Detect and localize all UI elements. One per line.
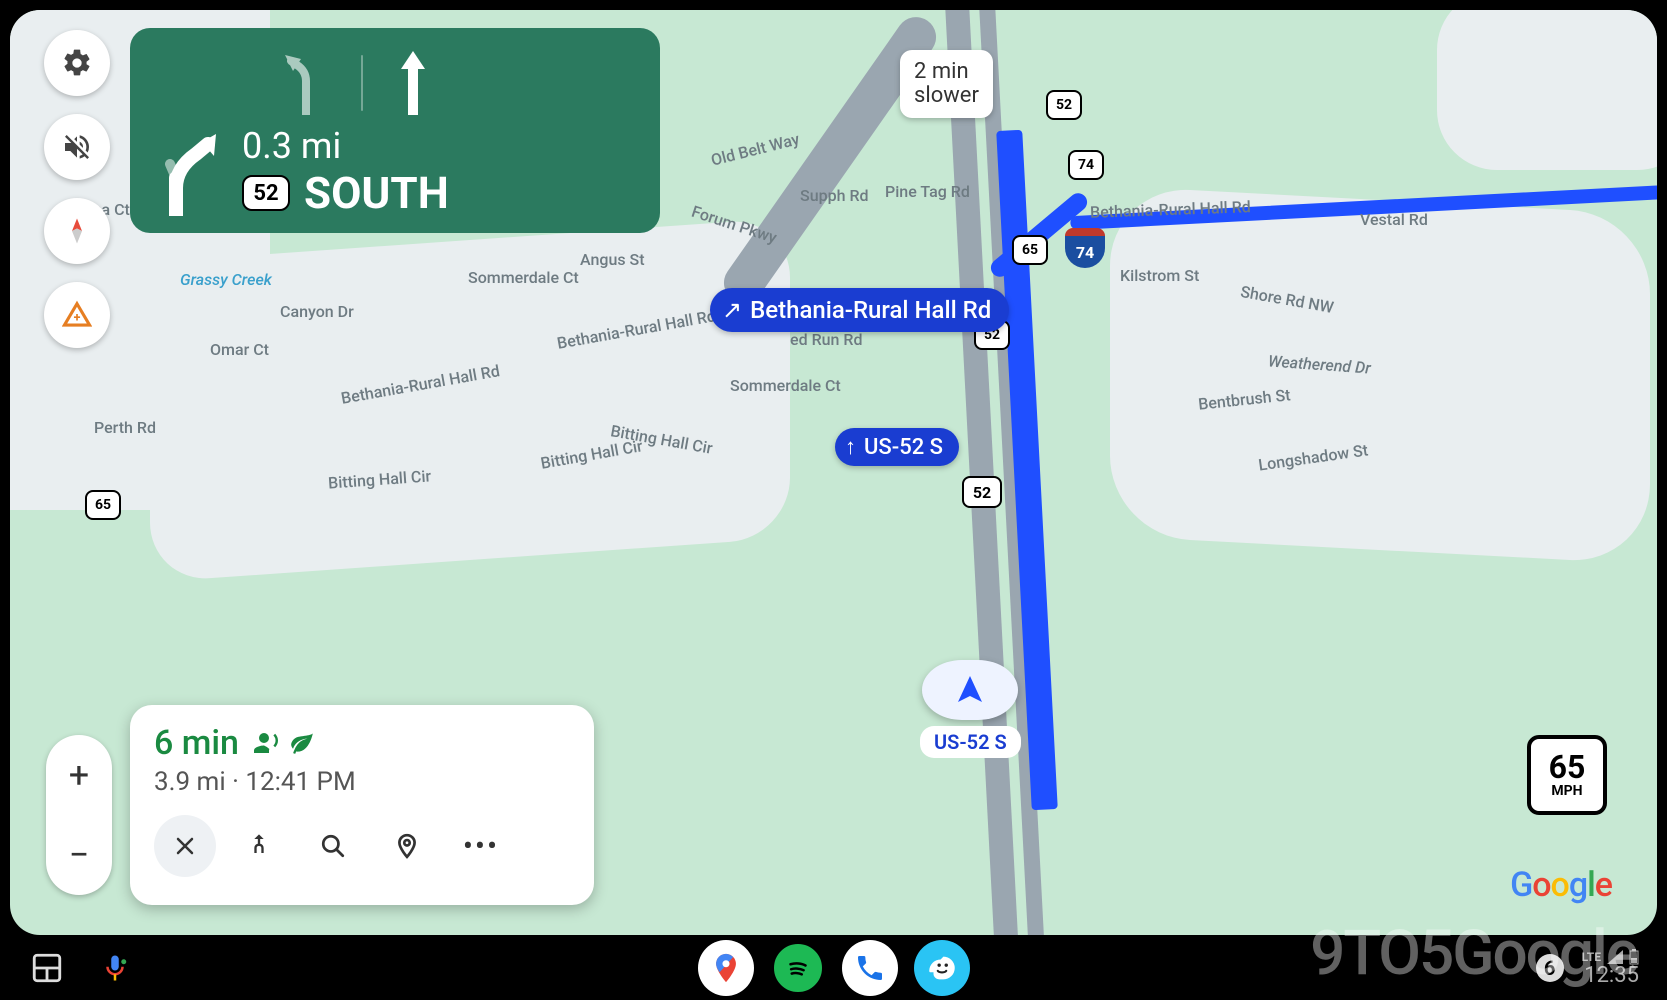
terrain (1437, 10, 1657, 170)
street-label: Omar Ct (210, 340, 269, 359)
waze-icon (925, 951, 959, 985)
dock-app-phone[interactable] (842, 940, 898, 996)
maps-pin-icon (709, 951, 743, 985)
street-label: Canyon Dr (280, 302, 354, 321)
vehicle-marker (922, 660, 1018, 720)
fork-icon: ↑ (845, 434, 856, 460)
close-icon (173, 834, 197, 858)
pin-icon (394, 833, 420, 859)
turn-arrow-icon: ↗ (722, 296, 742, 324)
routes-icon (245, 832, 273, 860)
compass-icon (62, 216, 92, 246)
search-along-route-button[interactable] (302, 815, 364, 877)
street-label: Vestal Rd (1360, 210, 1428, 229)
clock: 12:35 (1584, 965, 1639, 987)
gear-icon (61, 47, 93, 79)
direction-distance: 0.3 mi (242, 125, 449, 167)
direction-sign: 0.3 mi 52 SOUTH (130, 28, 660, 233)
lane-separator (361, 55, 363, 111)
street-label: Kilstrom St (1120, 266, 1199, 285)
street-label: Angus St (580, 250, 645, 269)
exit-waypoint-label: Bethania-Rural Hall Rd (750, 296, 991, 324)
settings-button[interactable] (44, 30, 110, 96)
fork-right-icon (156, 128, 224, 216)
network-indicator: LTE (1582, 951, 1601, 963)
speed-limit-value: 65 (1549, 751, 1586, 783)
eta-details: 3.9 mi · 12:41 PM (154, 767, 570, 797)
signal-icon (1607, 950, 1623, 964)
volume-off-icon (61, 131, 93, 163)
terrain (1110, 186, 1650, 564)
street-label: ed Run Rd (790, 330, 863, 349)
speed-limit-unit: MPH (1551, 783, 1582, 799)
route-shield-icon: 52 (242, 175, 290, 211)
voice-assistant-button[interactable] (100, 949, 130, 987)
route-shield: 65 (85, 490, 121, 520)
dock-app-spotify[interactable] (770, 940, 826, 996)
eta-card[interactable]: 6 min 3.9 mi · 12:41 PM (130, 705, 594, 905)
direction-road-name: SOUTH (304, 167, 449, 219)
interstate-shield-74: 74 (1065, 228, 1105, 268)
exit-waypoint-chip[interactable]: ↗ Bethania-Rural Hall Rd (710, 288, 1009, 332)
app-launcher-button[interactable] (30, 951, 64, 985)
more-options-button[interactable]: ••• (450, 815, 512, 877)
current-road-label: US-52 S (920, 726, 1021, 758)
route-shield: 52 (962, 476, 1002, 508)
current-position: US-52 S (920, 660, 1021, 758)
continue-waypoint-label: US-52 S (864, 435, 943, 460)
alternate-routes-button[interactable] (228, 815, 290, 877)
spotify-icon (783, 953, 813, 983)
lane-straight-icon (393, 51, 433, 115)
street-label: Old Belt Way (709, 129, 801, 169)
notification-badge[interactable]: 6 (1536, 954, 1564, 982)
continue-waypoint-chip[interactable]: ↑ US-52 S (835, 428, 959, 466)
warning-triangle-icon: + (62, 300, 92, 330)
close-navigation-button[interactable] (154, 815, 216, 877)
lane-fork-left-icon (281, 51, 331, 115)
street-label: Perth Rd (94, 418, 156, 437)
svg-text:+: + (74, 310, 81, 325)
more-horizontal-icon: ••• (463, 829, 499, 864)
creek-label: Grassy Creek (180, 270, 272, 289)
phone-icon (854, 952, 886, 984)
street-label: Sommerdale Ct (468, 268, 579, 287)
search-icon (320, 833, 346, 859)
speed-limit-sign: 65 MPH (1527, 735, 1607, 815)
google-logo: Google (1510, 865, 1612, 905)
alternate-route-chip[interactable]: 2 min slower (900, 50, 993, 118)
mute-button[interactable] (44, 114, 110, 180)
compass-button[interactable] (44, 198, 110, 264)
route-shield: 74 (1068, 150, 1104, 180)
dock-app-maps[interactable] (698, 940, 754, 996)
lane-guidance (156, 42, 638, 115)
street-label: Sommerdale Ct (730, 376, 841, 395)
street-label: Supph Rd (800, 186, 869, 205)
zoom-out-button[interactable]: − (46, 834, 112, 876)
zoom-controls: + − (46, 735, 112, 895)
map-viewport[interactable]: Helena Ct Grassy Creek Canyon Dr Omar Ct… (10, 10, 1657, 935)
dock-app-waze[interactable] (914, 940, 970, 996)
route-shield: 65 (1012, 235, 1048, 265)
report-button[interactable]: + (44, 282, 110, 348)
route-shield: 52 (1046, 90, 1082, 120)
leaf-icon (289, 730, 315, 756)
person-voice-icon (249, 728, 279, 758)
system-dock: 6 LTE 12:35 (0, 935, 1667, 1000)
eta-time-remaining: 6 min (154, 723, 239, 763)
status-bar: 6 LTE 12:35 (1536, 949, 1639, 987)
alternate-route-label: 2 min slower (914, 60, 979, 108)
nav-arrow-icon (954, 674, 986, 706)
zoom-in-button[interactable]: + (46, 754, 112, 796)
street-label: Pine Tag Rd (885, 182, 970, 201)
destination-info-button[interactable] (376, 815, 438, 877)
